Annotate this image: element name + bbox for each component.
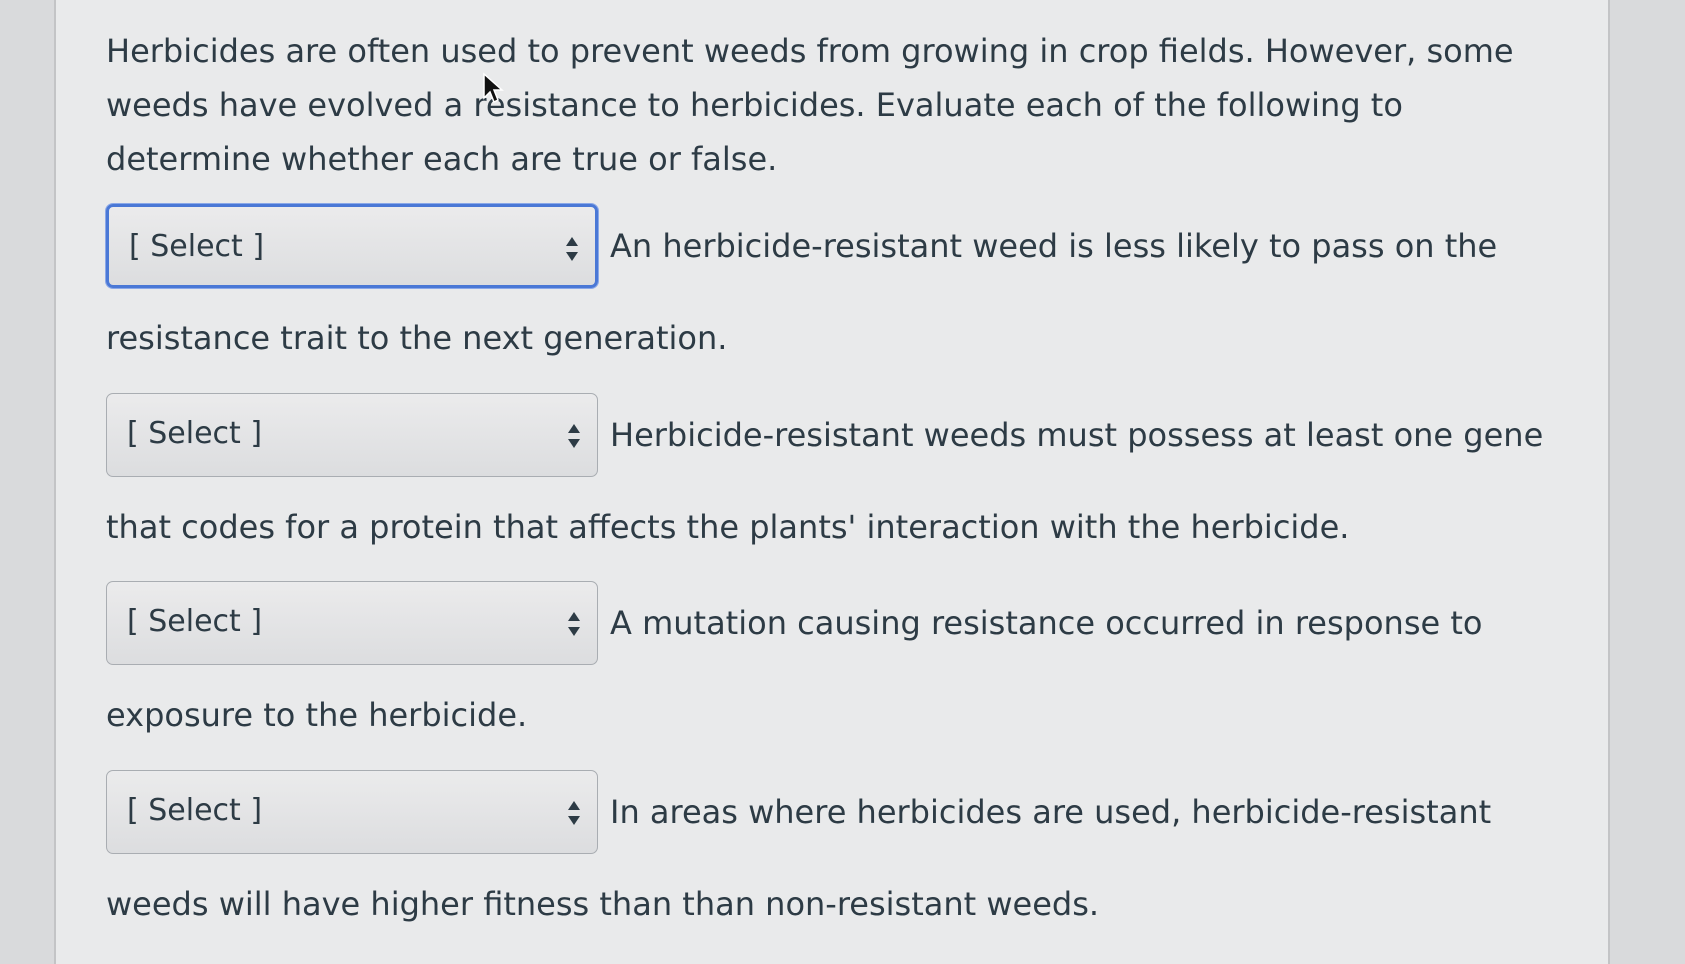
statement-text-continued: weeds will have higher fitness than than… [106,885,1100,923]
true-false-select-1[interactable]: [ Select ] [106,204,598,288]
question-item-1: [ Select ] An herbicide-resistant weed i… [106,204,1556,384]
question-item-2: [ Select ] Herbicide-resistant weeds mus… [106,393,1556,573]
statement-text: A mutation causing resistance occurred i… [610,604,1483,642]
statement-text: An herbicide-resistant weed is less like… [610,227,1498,265]
up-down-arrows-icon [568,424,580,448]
select-placeholder: [ Select ] [129,229,265,264]
statement-text-continued: resistance trait to the next generation. [106,319,728,357]
true-false-select-3[interactable]: [ Select ] [106,581,598,665]
select-placeholder: [ Select ] [127,416,263,451]
question-item-3: [ Select ] A mutation causing resistance… [106,581,1556,761]
mouse-pointer-icon [483,72,504,104]
statement-text-continued: that codes for a protein that affects th… [106,508,1350,546]
select-placeholder: [ Select ] [127,793,263,828]
up-down-arrows-icon [568,612,580,636]
true-false-select-4[interactable]: [ Select ] [106,770,598,854]
statement-text-continued: exposure to the herbicide. [106,696,528,734]
true-false-select-2[interactable]: [ Select ] [106,393,598,477]
statement-text: Herbicide-resistant weeds must possess a… [610,416,1544,454]
statement-text: In areas where herbicides are used, herb… [610,793,1492,831]
question-intro: Herbicides are often used to prevent wee… [106,32,1514,178]
up-down-arrows-icon [568,801,580,825]
up-down-arrows-icon [566,237,578,261]
question-item-4: [ Select ] In areas where herbicides are… [106,770,1556,950]
select-placeholder: [ Select ] [127,604,263,639]
